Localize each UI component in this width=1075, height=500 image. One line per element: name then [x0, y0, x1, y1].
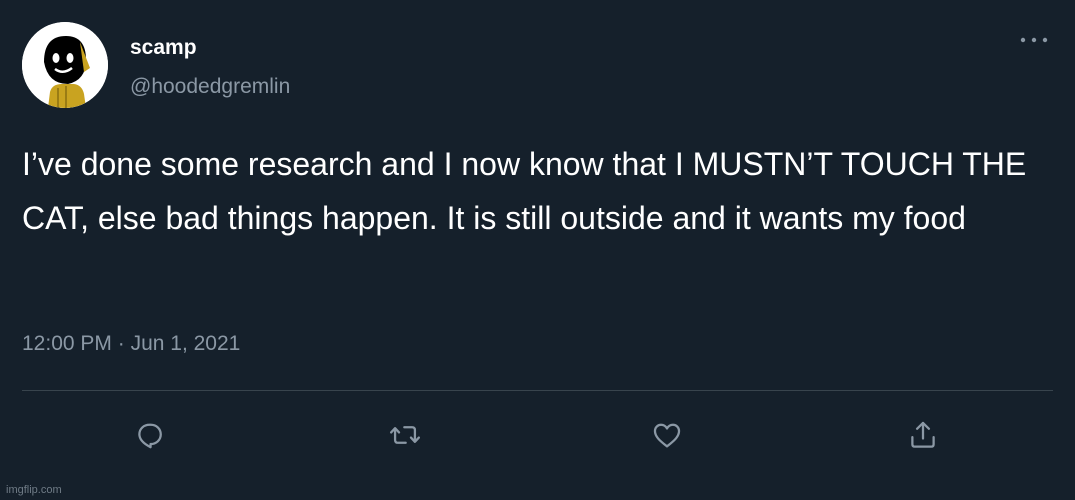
- retweet-icon: [389, 426, 421, 444]
- avatar[interactable]: [22, 22, 108, 108]
- display-name[interactable]: scamp: [130, 36, 197, 60]
- speech-bubble-icon: [138, 423, 162, 449]
- user-handle[interactable]: @hoodedgremlin: [130, 75, 290, 99]
- more-options-button[interactable]: [1014, 24, 1054, 56]
- tweet-date[interactable]: Jun 1, 2021: [131, 332, 241, 355]
- tweet-time[interactable]: 12:00 PM: [22, 332, 112, 355]
- more-dots-icon: [1020, 37, 1048, 43]
- share-button[interactable]: [903, 415, 943, 455]
- reply-button[interactable]: [130, 415, 170, 455]
- timestamp: 12:00 PM · Jun 1, 2021: [22, 332, 240, 356]
- heart-icon: [653, 423, 681, 448]
- tweet-text: I’ve done some research and I now know t…: [22, 146, 1027, 236]
- divider: [22, 390, 1053, 391]
- like-button[interactable]: [647, 415, 687, 455]
- retweet-button[interactable]: [385, 415, 425, 455]
- hooded-figure-avatar-icon: [22, 22, 108, 108]
- share-icon: [911, 421, 935, 448]
- tweet-card: scamp @hoodedgremlin I’ve done some rese…: [0, 0, 1075, 500]
- watermark: imgflip.com: [6, 484, 62, 496]
- timestamp-separator: ·: [117, 332, 125, 355]
